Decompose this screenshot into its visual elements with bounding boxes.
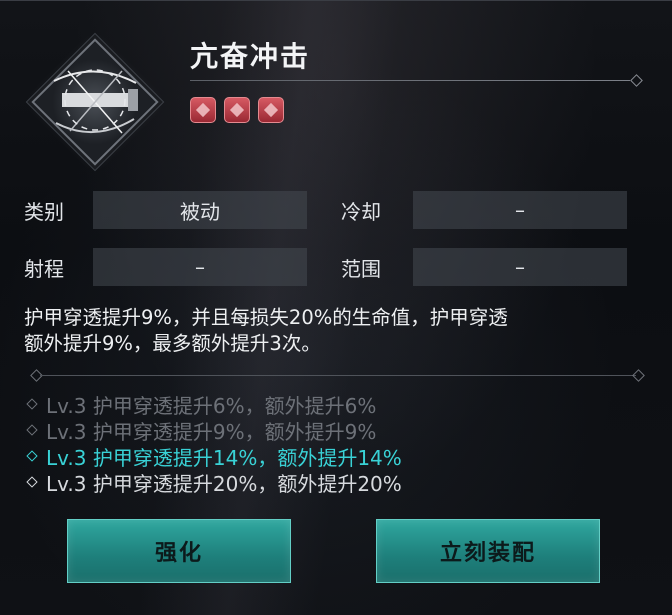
range-label: 射程 xyxy=(24,256,64,281)
equip-button[interactable]: 立刻装配 xyxy=(376,519,600,583)
diamond-bullet-icon xyxy=(26,476,38,488)
diamond-bullet-icon xyxy=(26,398,38,410)
divider-diamond-icon xyxy=(630,74,643,87)
gem-icon xyxy=(258,97,284,123)
area-label: 范围 xyxy=(341,256,381,281)
level-item: Lv.3 护甲穿透提升6%，额外提升6% xyxy=(24,391,402,418)
category-value: 被动 xyxy=(93,191,307,229)
gem-icon xyxy=(190,97,216,123)
level-item-current: Lv.3 护甲穿透提升14%，额外提升14% xyxy=(24,443,402,470)
area-value: – xyxy=(413,248,627,286)
gem-icon xyxy=(224,97,250,123)
divider xyxy=(190,80,630,81)
skill-detail-panel: 亢奋冲击 类别 被动 冷却 – 射程 – 范围 – 护甲穿透提升9%，并且每损失… xyxy=(0,0,672,615)
upgrade-button[interactable]: 强化 xyxy=(67,519,291,583)
skill-description: 护甲穿透提升9%，并且每损失20%的生命值，护甲穿透 额外提升9%，最多额外提升… xyxy=(24,305,624,357)
divider xyxy=(40,375,636,376)
description-line: 护甲穿透提升9%，并且每损失20%的生命值，护甲穿透 xyxy=(24,306,508,329)
diamond-bullet-icon xyxy=(26,450,38,462)
skill-title: 亢奋冲击 xyxy=(190,40,311,73)
range-value: – xyxy=(93,248,307,286)
level-list: Lv.3 护甲穿透提升6%，额外提升6% Lv.3 护甲穿透提升9%，额外提升9… xyxy=(24,391,402,496)
level-item: Lv.3 护甲穿透提升9%，额外提升9% xyxy=(24,417,402,444)
divider-diamond-icon xyxy=(632,369,645,382)
skill-gems xyxy=(190,97,284,123)
level-item: Lv.3 护甲穿透提升20%，额外提升20% xyxy=(24,469,402,496)
diamond-bullet-icon xyxy=(26,424,38,436)
cooldown-value: – xyxy=(413,191,627,229)
description-line: 额外提升9%，最多额外提升3次。 xyxy=(24,332,321,355)
cooldown-label: 冷却 xyxy=(341,199,381,224)
skill-icon xyxy=(24,31,166,173)
sword-slash-icon xyxy=(53,69,138,134)
category-label: 类别 xyxy=(24,199,64,224)
